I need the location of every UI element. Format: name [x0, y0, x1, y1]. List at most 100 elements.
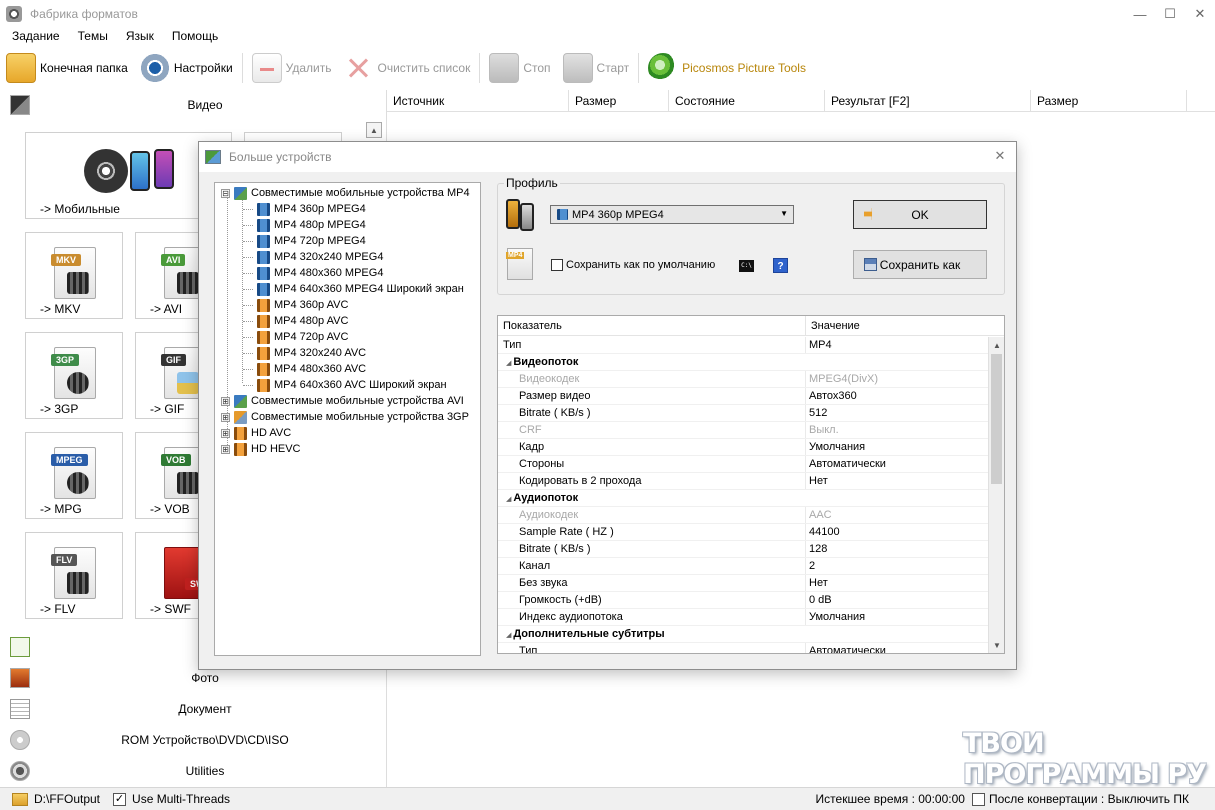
tree-item[interactable]: MP4 720p AVC: [257, 329, 348, 345]
column-status[interactable]: Состояние: [669, 90, 825, 112]
tree-item[interactable]: MP4 640x360 AVC Широкий экран: [257, 377, 447, 393]
property-row[interactable]: CRF Выкл.: [498, 422, 988, 439]
menu-themes[interactable]: Темы: [66, 28, 114, 46]
stop-button[interactable]: Стоп: [483, 50, 556, 86]
tree-group-hd-avc[interactable]: ⊞ HD AVC: [221, 425, 291, 441]
expand-toggle[interactable]: ⊞: [221, 412, 230, 422]
collapse-toggle[interactable]: ⊟: [221, 188, 230, 198]
tree-item[interactable]: MP4 360p MPEG4: [257, 201, 366, 217]
multithreads-checkbox[interactable]: ✓: [113, 792, 127, 806]
tile-mkv[interactable]: MKV -> MKV: [25, 232, 123, 319]
profile-properties-grid[interactable]: Показатель Значение ТипMP4ВидеопотокВиде…: [497, 315, 1005, 654]
column-result[interactable]: Результат [F2]: [825, 90, 1031, 112]
flv-file-icon: FLV: [51, 547, 96, 599]
profile-select[interactable]: MP4 360p MPEG4 ▼: [550, 205, 794, 224]
save-default-checkbox[interactable]: [551, 259, 563, 271]
help-icon[interactable]: ?: [773, 258, 788, 273]
category-utilities[interactable]: Utilities: [0, 756, 387, 786]
column-output-size[interactable]: Размер: [1031, 90, 1187, 112]
property-value[interactable]: 0 dB: [806, 592, 832, 608]
property-row[interactable]: Кадр Умолчания: [498, 439, 988, 456]
device-tree[interactable]: ⊟ Совместимые мобильные устройства MP4 M…: [214, 182, 481, 656]
dialog-close-button[interactable]: ✕: [992, 148, 1008, 164]
tree-item[interactable]: MP4 480x360 MPEG4: [257, 265, 383, 281]
property-value[interactable]: Нет: [806, 575, 828, 591]
property-row[interactable]: Канал 2: [498, 558, 988, 575]
maximize-button[interactable]: ☐: [1155, 0, 1185, 28]
tile-flv[interactable]: FLV -> FLV: [25, 532, 123, 619]
grid-scroll-up-button[interactable]: ▲: [366, 122, 382, 138]
property-row[interactable]: Размер видео Автох360: [498, 388, 988, 405]
menu-task[interactable]: Задание: [0, 28, 66, 46]
menu-language[interactable]: Язык: [114, 28, 160, 46]
column-source[interactable]: Источник: [387, 90, 569, 112]
tree-item[interactable]: MP4 320x240 AVC: [257, 345, 366, 361]
output-folder-button[interactable]: Конечная папка: [0, 50, 134, 86]
property-row[interactable]: Bitrate ( KB/s ) 512: [498, 405, 988, 422]
picosmos-button[interactable]: Picosmos Picture Tools: [642, 50, 812, 86]
start-button[interactable]: Старт: [557, 50, 636, 86]
scroll-down-icon[interactable]: ▼: [989, 637, 1004, 653]
menu-help[interactable]: Помощь: [160, 28, 224, 46]
property-value[interactable]: Нет: [806, 473, 828, 489]
property-row[interactable]: Без звука Нет: [498, 575, 988, 592]
tree-group-mp4[interactable]: ⊟ Совместимые мобильные устройства MP4: [221, 185, 470, 201]
property-row[interactable]: Стороны Автоматически: [498, 456, 988, 473]
property-value[interactable]: 44100: [806, 524, 840, 540]
property-row[interactable]: Sample Rate ( HZ ) 44100: [498, 524, 988, 541]
output-path[interactable]: D:\FFOutput: [34, 792, 100, 806]
shutdown-checkbox[interactable]: [971, 792, 985, 806]
minimize-button[interactable]: —: [1125, 0, 1155, 28]
command-line-icon[interactable]: C:\: [739, 260, 754, 272]
property-value[interactable]: 128: [806, 541, 827, 557]
property-value[interactable]: Автоматически: [806, 643, 886, 653]
property-row[interactable]: Аудиокодек AAC: [498, 507, 988, 524]
property-value[interactable]: Автоматически: [806, 456, 886, 472]
property-value[interactable]: Умолчания: [806, 439, 865, 455]
scroll-up-icon[interactable]: ▲: [989, 337, 1004, 353]
save-default-option[interactable]: Сохранить как по умолчанию: [551, 259, 715, 271]
tree-item[interactable]: MP4 480x360 AVC: [257, 361, 366, 377]
settings-button[interactable]: Настройки: [134, 50, 239, 86]
expand-toggle[interactable]: ⊞: [221, 428, 230, 438]
tree-item[interactable]: MP4 640x360 MPEG4 Широкий экран: [257, 281, 464, 297]
property-value[interactable]: 512: [806, 405, 827, 421]
folder-icon: [6, 53, 36, 83]
tile-3gp[interactable]: 3GP -> 3GP: [25, 332, 123, 419]
tree-item[interactable]: MP4 480p MPEG4: [257, 217, 366, 233]
property-value[interactable]: Умолчания: [806, 609, 865, 625]
expand-toggle[interactable]: ⊞: [221, 444, 230, 454]
property-row[interactable]: Bitrate ( KB/s ) 128: [498, 541, 988, 558]
tile-mpg[interactable]: MPEG -> MPG: [25, 432, 123, 519]
save-as-button[interactable]: Сохранить как: [853, 250, 987, 279]
tree-item[interactable]: MP4 720p MPEG4: [257, 233, 366, 249]
category-document[interactable]: Документ: [0, 694, 387, 724]
tree-item[interactable]: MP4 320x240 MPEG4: [257, 249, 383, 265]
property-row[interactable]: Тип MP4: [498, 337, 988, 354]
tree-group-hd-hevc[interactable]: ⊞ HD HEVC: [221, 441, 301, 457]
property-value[interactable]: MP4: [806, 337, 832, 353]
properties-header-value: Значение: [811, 320, 860, 332]
property-row[interactable]: Тип Автоматически: [498, 643, 988, 653]
clear-list-button[interactable]: Очистить список: [337, 50, 476, 86]
tree-item[interactable]: MP4 480p AVC: [257, 313, 348, 329]
ok-button[interactable]: OK: [853, 200, 987, 229]
category-rom[interactable]: ROM Устройство\DVD\CD\ISO: [0, 725, 387, 755]
property-row[interactable]: Видеокодек MPEG4(DivX): [498, 371, 988, 388]
scroll-thumb[interactable]: [991, 354, 1002, 484]
property-value[interactable]: Автох360: [806, 388, 857, 404]
tree-group-avi[interactable]: ⊞ Совместимые мобильные устройства AVI: [221, 393, 464, 409]
start-icon: [562, 53, 593, 83]
tree-group-3gp[interactable]: ⊞ Совместимые мобильные устройства 3GP: [221, 409, 469, 425]
property-value[interactable]: 2: [806, 558, 815, 574]
property-row[interactable]: Индекс аудиопотока Умолчания: [498, 609, 988, 626]
tree-item[interactable]: MP4 360p AVC: [257, 297, 348, 313]
delete-button[interactable]: Удалить: [246, 50, 338, 86]
column-size[interactable]: Размер: [569, 90, 669, 112]
video-category-header[interactable]: Видео: [0, 90, 387, 120]
properties-scrollbar[interactable]: ▲ ▼: [988, 337, 1004, 653]
property-row[interactable]: Громкость (+dB) 0 dB: [498, 592, 988, 609]
expand-toggle[interactable]: ⊞: [221, 396, 230, 406]
close-button[interactable]: ✕: [1185, 0, 1215, 28]
property-row[interactable]: Кодировать в 2 прохода Нет: [498, 473, 988, 490]
